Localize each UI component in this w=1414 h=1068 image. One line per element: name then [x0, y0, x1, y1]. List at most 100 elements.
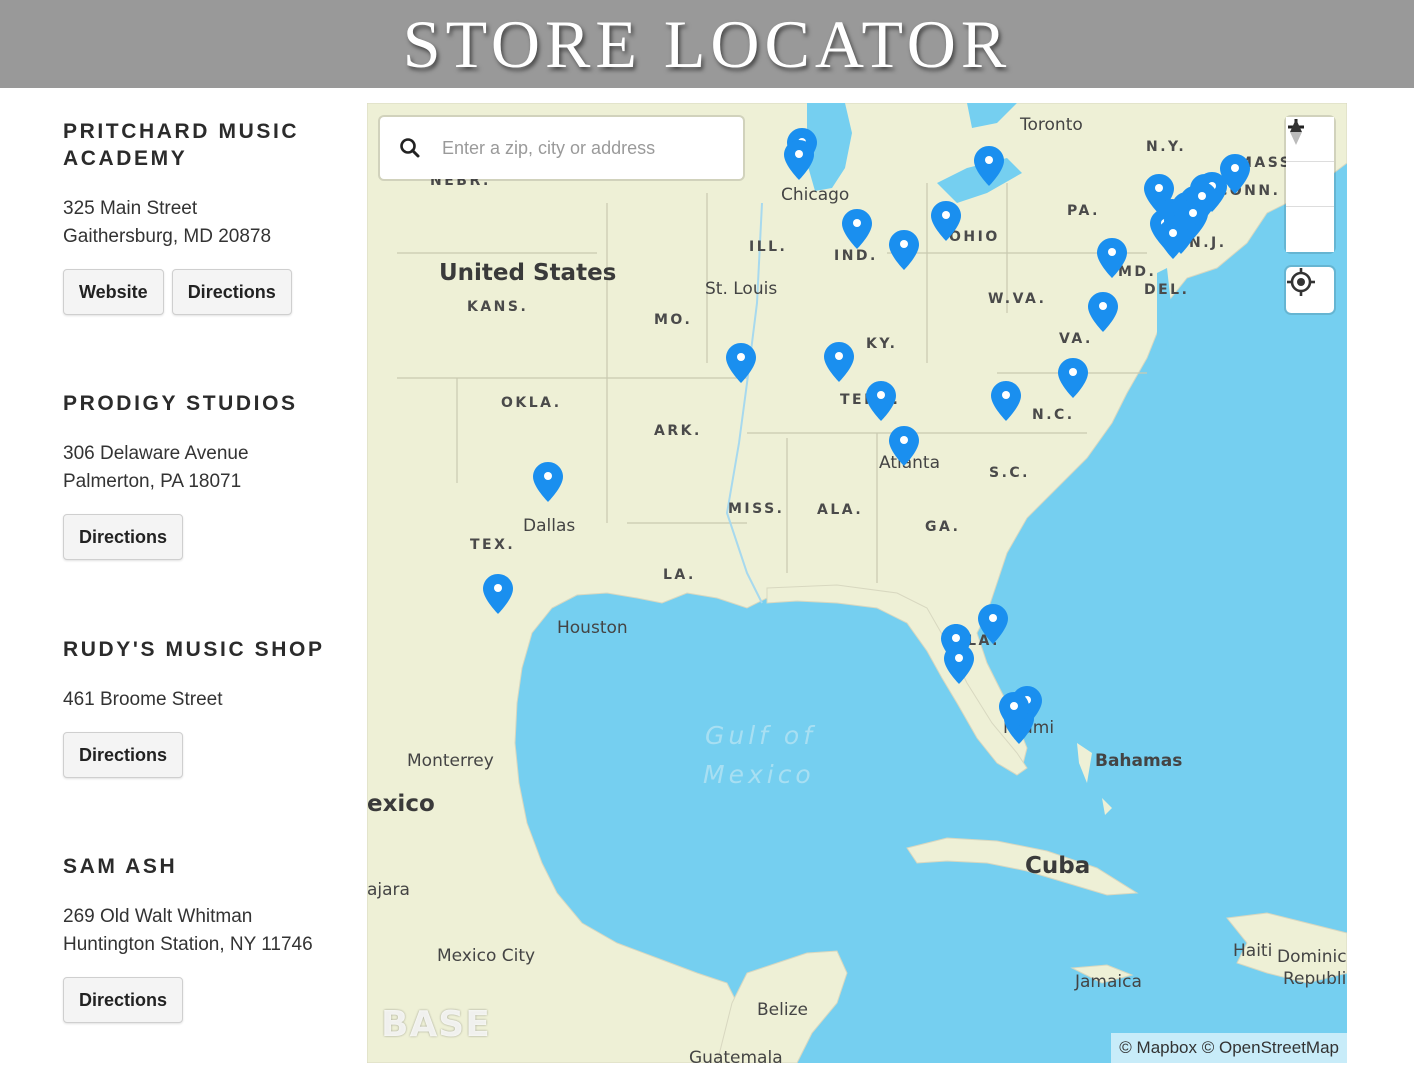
- map-label-city: St. Louis: [705, 279, 778, 299]
- map-pin-icon[interactable]: [1057, 357, 1089, 399]
- map-pin-icon[interactable]: [998, 691, 1030, 733]
- map-pin-icon[interactable]: [973, 145, 1005, 187]
- map-label-country: United States: [439, 260, 617, 286]
- map-label-state: IND.: [834, 248, 878, 264]
- map-label-city: Belize: [757, 1000, 808, 1020]
- map-label-state: VA.: [1059, 331, 1093, 347]
- map-pin-icon[interactable]: [1096, 237, 1128, 279]
- map-label-state: MISS.: [728, 501, 785, 517]
- map-pin-icon[interactable]: [1157, 218, 1189, 260]
- map-canvas[interactable]: United States Cuba Bahamas exico Toronto…: [367, 103, 1347, 1063]
- map-label-state: GA.: [925, 519, 961, 535]
- store-actions: Directions: [63, 514, 343, 560]
- map-label-state: ARK.: [654, 423, 702, 439]
- map-label-state: KY.: [866, 336, 898, 352]
- search-input[interactable]: [442, 128, 732, 168]
- map-label-water: Gulf of: [705, 721, 817, 750]
- map-label-state: N.Y.: [1146, 139, 1187, 155]
- map-label-state: PA.: [1067, 203, 1100, 219]
- address-line: 306 Delaware Avenue: [63, 443, 249, 464]
- store-actions: Directions: [63, 732, 343, 778]
- compass-button[interactable]: [1286, 119, 1334, 252]
- directions-button[interactable]: Directions: [63, 977, 184, 1023]
- map-label-city: Chicago: [781, 185, 850, 205]
- map-search: [380, 117, 743, 179]
- store-item: RUDY'S MUSIC SHOP 461 Broome Street Dire…: [63, 636, 343, 778]
- map-label-city: Mexico City: [437, 946, 536, 966]
- map-label-city: Dallas: [523, 516, 576, 536]
- store-item: SAM ASH 269 Old Walt Whitman Huntington …: [63, 853, 343, 1023]
- store-actions: Website Directions: [63, 269, 343, 315]
- map-controls: [1286, 117, 1334, 252]
- map-label-state: N.C.: [1032, 407, 1075, 423]
- map-label-state: ILL.: [749, 239, 788, 255]
- page-title: STORE LOCATOR: [402, 6, 1012, 82]
- address-line: Huntington Station, NY 11746: [63, 934, 313, 955]
- map-label-state: ALA.: [817, 502, 864, 518]
- map-pin-icon[interactable]: [930, 200, 962, 242]
- map-pin-icon[interactable]: [888, 229, 920, 271]
- geolocate-button[interactable]: [1286, 267, 1334, 313]
- address-line: 325 Main Street: [63, 198, 198, 219]
- directions-button[interactable]: Directions: [171, 269, 292, 315]
- map-label-state: MO.: [654, 312, 693, 328]
- map-label-state: LA.: [663, 567, 696, 583]
- store-address: 306 Delaware Avenue Palmerton, PA 18071: [63, 440, 343, 496]
- map-label-city: Houston: [557, 618, 628, 638]
- website-button[interactable]: Website: [63, 269, 164, 315]
- map-label-country: Cuba: [1025, 853, 1091, 879]
- map-pin-icon[interactable]: [1087, 291, 1119, 333]
- map-label-city: ajara: [367, 880, 410, 900]
- map-pin-icon[interactable]: [823, 341, 855, 383]
- address-line: 461 Broome Street: [63, 689, 223, 710]
- land-cuba: [906, 837, 1139, 896]
- store-address: 269 Old Walt Whitman Huntington Station,…: [63, 903, 343, 959]
- map-pin-icon[interactable]: [865, 380, 897, 422]
- map-pin-icon[interactable]: [943, 643, 975, 685]
- map-logo: BASE: [381, 1004, 491, 1045]
- map-pin-icon[interactable]: [1219, 153, 1251, 195]
- store-name: SAM ASH: [63, 855, 178, 878]
- map-pin-icon[interactable]: [532, 461, 564, 503]
- map-label-state: KANS.: [467, 299, 529, 315]
- store-address: 325 Main Street Gaithersburg, MD 20878: [63, 195, 343, 251]
- map-label-state: DEL.: [1144, 282, 1190, 298]
- store-actions: Directions: [63, 977, 343, 1023]
- zoom-out-button[interactable]: [1286, 125, 1334, 207]
- map-pin-icon[interactable]: [482, 573, 514, 615]
- geolocate-icon: [1287, 268, 1315, 296]
- map-label-city: Jamaica: [1075, 972, 1142, 992]
- map-label-city: Dominica: [1277, 947, 1347, 967]
- map-label-state: OKLA.: [501, 395, 562, 411]
- address-line: 269 Old Walt Whitman: [63, 906, 253, 927]
- map-label-country: Bahamas: [1095, 751, 1183, 771]
- map-pin-icon[interactable]: [990, 380, 1022, 422]
- map-label-city: Toronto: [1020, 115, 1083, 135]
- store-name: RUDY'S MUSIC SHOP: [63, 638, 325, 661]
- map-label-state: TEX.: [470, 537, 516, 553]
- store-item: PRODIGY STUDIOS 306 Delaware Avenue Palm…: [63, 390, 343, 560]
- directions-button[interactable]: Directions: [63, 514, 184, 560]
- map-pin-icon[interactable]: [977, 603, 1009, 645]
- address-line: Gaithersburg, MD 20878: [63, 226, 272, 247]
- map-label-state: W.VA.: [988, 291, 1047, 307]
- map-attribution[interactable]: © Mapbox © OpenStreetMap: [1111, 1033, 1347, 1063]
- store-name: PRODIGY STUDIOS: [63, 392, 298, 415]
- map-label-city: Republic: [1283, 969, 1347, 989]
- page-header: STORE LOCATOR: [0, 0, 1414, 88]
- map-pin-icon[interactable]: [725, 342, 757, 384]
- search-icon[interactable]: [380, 117, 442, 179]
- store-item: PRITCHARD MUSIC ACADEMY 325 Main Street …: [63, 118, 343, 315]
- map-pin-icon[interactable]: [783, 139, 815, 181]
- map-pin-icon[interactable]: [841, 208, 873, 250]
- map-label-country: exico: [367, 791, 435, 817]
- map-label-water: Mexico: [703, 760, 815, 789]
- map-label-state: S.C.: [989, 465, 1030, 481]
- map-label-city: Guatemala: [689, 1048, 783, 1063]
- map-label-city: Haiti: [1233, 941, 1273, 961]
- directions-button[interactable]: Directions: [63, 732, 184, 778]
- compass-icon: [1290, 119, 1302, 145]
- store-name: PRITCHARD MUSIC ACADEMY: [63, 120, 300, 170]
- map-pin-icon[interactable]: [888, 425, 920, 467]
- address-line: Palmerton, PA 18071: [63, 471, 242, 492]
